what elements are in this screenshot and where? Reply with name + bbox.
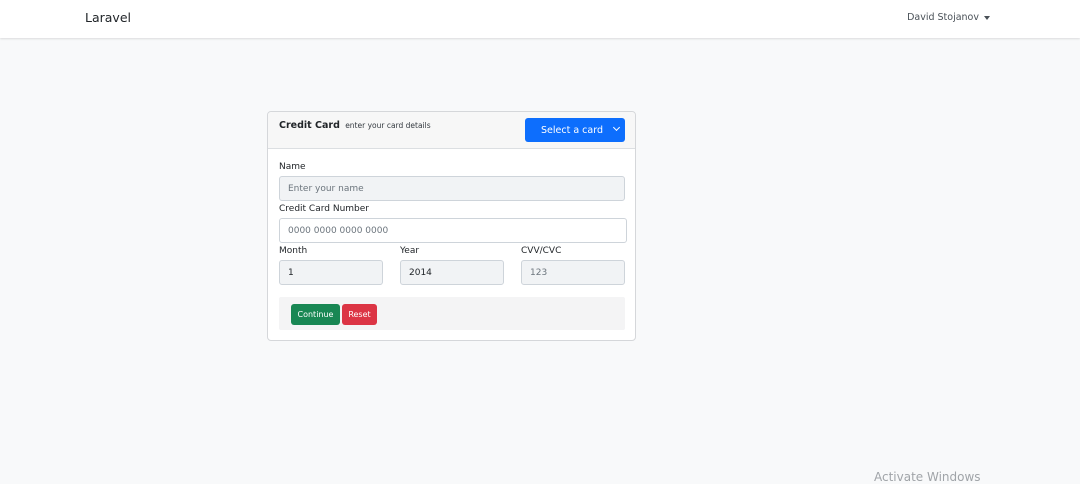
card-number-label: Credit Card Number: [279, 204, 369, 214]
card-title: Credit Card enter your card details: [279, 120, 431, 131]
activate-windows-watermark: Activate Windows: [874, 470, 981, 484]
year-label: Year: [400, 246, 420, 256]
card-number-input[interactable]: [279, 218, 627, 243]
user-name: David Stojanov: [907, 12, 979, 23]
name-label: Name: [279, 162, 306, 172]
month-label: Month: [279, 246, 308, 256]
select-card-label: Select a card: [541, 124, 603, 136]
user-menu-dropdown[interactable]: David Stojanov: [907, 12, 990, 23]
chevron-down-icon: [612, 123, 621, 132]
credit-card-form-card: Credit Card enter your card details Sele…: [267, 111, 636, 341]
year-input[interactable]: [400, 260, 504, 285]
select-card-dropdown[interactable]: Select a card: [525, 118, 625, 142]
navbar-brand[interactable]: Laravel: [85, 10, 131, 25]
reset-button[interactable]: Reset: [342, 304, 377, 325]
continue-button[interactable]: Continue: [291, 304, 340, 325]
cvv-label: CVV/CVC: [521, 246, 562, 256]
card-subtitle: enter your card details: [345, 121, 431, 130]
caret-down-icon: [984, 15, 990, 20]
month-input[interactable]: [279, 260, 383, 285]
name-input[interactable]: [279, 176, 625, 201]
navbar: Laravel David Stojanov: [0, 0, 1080, 38]
cvv-input[interactable]: [521, 260, 625, 285]
form-actions: Continue Reset: [279, 297, 625, 330]
card-header: Credit Card enter your card details Sele…: [268, 112, 635, 149]
